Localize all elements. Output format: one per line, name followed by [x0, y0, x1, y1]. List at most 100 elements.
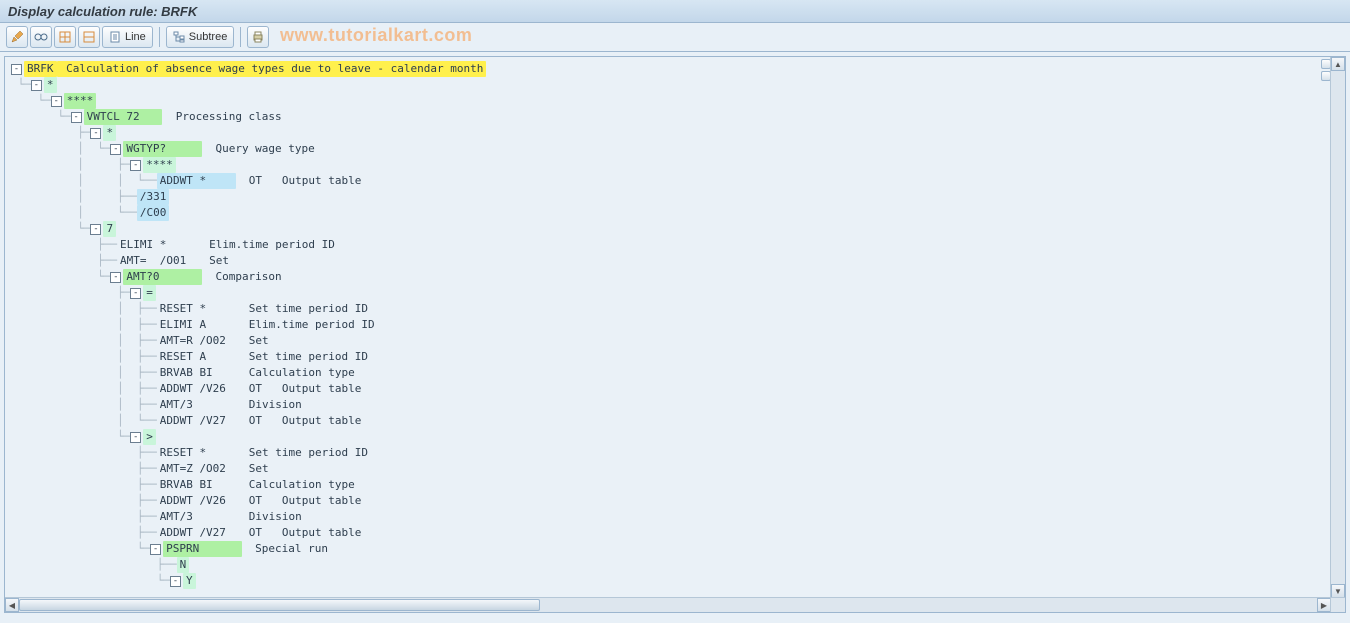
tree-row[interactable]: │ ├──AMT/3 Division [11, 397, 1331, 413]
collapse-toggle[interactable]: - [11, 64, 22, 75]
tree-node-code: AMT?0 [123, 269, 202, 285]
expand-icon[interactable] [54, 26, 76, 48]
toolbar-separator [240, 27, 241, 47]
tree-node-code: Y [183, 573, 196, 589]
tree-row[interactable]: └─-7 [11, 221, 1331, 237]
tree-node-code: = [143, 285, 156, 301]
tree-guide: ├─ [11, 509, 150, 525]
tree-node-desc: OT Output table [236, 525, 362, 541]
tree-row[interactable]: └─-PSPRN Special run [11, 541, 1331, 557]
tree-node-desc: OT Output table [236, 173, 362, 189]
tree-node-desc: Division [236, 509, 302, 525]
tree-row[interactable]: ├──ADDWT /V27 OT Output table [11, 525, 1331, 541]
tree-view[interactable]: -BRFK Calculation of absence wage types … [5, 57, 1331, 598]
tree-guide: │ ├─ [11, 189, 130, 205]
tree-row[interactable]: ├──N [11, 557, 1331, 573]
tree-guide: │ ├─ [11, 365, 150, 381]
tree-guide: │ ├─ [11, 157, 130, 173]
tree-row[interactable]: └─-AMT?0 Comparison [11, 269, 1331, 285]
scroll-right-icon[interactable]: ▶ [1317, 598, 1331, 612]
watermark: www.tutorialkart.com [280, 25, 472, 46]
collapse-icon[interactable] [78, 26, 100, 48]
change-icon[interactable] [6, 26, 28, 48]
tree-row[interactable]: └─-> [11, 429, 1331, 445]
tree-row[interactable]: │ └──ADDWT /V27 OT Output table [11, 413, 1331, 429]
tree-row[interactable]: ├──AMT/3 Division [11, 509, 1331, 525]
tree-guide: └─ [11, 77, 31, 93]
tree-row[interactable]: ├──AMT=Z /O02 Set [11, 461, 1331, 477]
tree-guide: ├─ [11, 493, 150, 509]
tree-node-desc: Calculation type [236, 365, 355, 381]
scroll-track[interactable] [1331, 71, 1345, 584]
collapse-toggle[interactable]: - [71, 112, 82, 123]
tree-guide: ├─ [11, 445, 150, 461]
collapse-toggle[interactable]: - [31, 80, 42, 91]
line-button[interactable]: Line [102, 26, 153, 48]
collapse-toggle[interactable]: - [150, 544, 161, 555]
tree-row[interactable]: ├──ELIMI * Elim.time period ID [11, 237, 1331, 253]
tree-node-code: N [177, 557, 190, 573]
collapse-toggle[interactable]: - [130, 160, 141, 171]
tree-guide: │ ├─ [11, 349, 150, 365]
collapse-toggle[interactable]: - [90, 128, 101, 139]
scroll-down-icon[interactable]: ▼ [1331, 584, 1345, 598]
tree-row[interactable]: ├──AMT= /O01 Set [11, 253, 1331, 269]
tree-guide: ├─ [11, 285, 130, 301]
tree-row[interactable]: └─-VWTCL 72 Processing class [11, 109, 1331, 125]
collapse-toggle[interactable]: - [130, 432, 141, 443]
tree-node-desc: Comparison [202, 269, 281, 285]
tree-row[interactable]: │ ├─-**** [11, 157, 1331, 173]
subtree-button-label: Subtree [189, 31, 228, 43]
subtree-button[interactable]: Subtree [166, 26, 235, 48]
print-icon[interactable] [247, 26, 269, 48]
tree-row[interactable]: ├─-* [11, 125, 1331, 141]
tree-node-desc: Elim.time period ID [196, 237, 335, 253]
tree-guide: ├─ [11, 461, 150, 477]
tree-row[interactable]: │ └─-WGTYP? Query wage type [11, 141, 1331, 157]
tree-row[interactable]: ├──ADDWT /V26 OT Output table [11, 493, 1331, 509]
tree-node-code: ADDWT * [157, 173, 236, 189]
tree-row[interactable]: │ ├──/331 [11, 189, 1331, 205]
tree-node-desc: Processing class [162, 109, 281, 125]
collapse-toggle[interactable]: - [110, 144, 121, 155]
toolbar-separator [159, 27, 160, 47]
tree-row[interactable]: └─-Y [11, 573, 1331, 589]
tree-row[interactable]: │ ├──RESET A Set time period ID [11, 349, 1331, 365]
tree-guide: └─ [11, 221, 90, 237]
scroll-left-icon[interactable]: ◀ [5, 598, 19, 612]
collapse-toggle[interactable]: - [110, 272, 121, 283]
tree-row[interactable]: │ │ └──ADDWT * OT Output table [11, 173, 1331, 189]
glasses-icon[interactable] [30, 26, 52, 48]
tree-row[interactable]: └─-* [11, 77, 1331, 93]
tree-guide: └─ [11, 93, 51, 109]
tree-row[interactable]: │ ├──RESET * Set time period ID [11, 301, 1331, 317]
scroll-track[interactable] [19, 598, 1317, 612]
tree-node-desc: Elim.time period ID [236, 317, 375, 333]
tree-row[interactable]: │ └──/C00 [11, 205, 1331, 221]
tree-row[interactable]: ├─-= [11, 285, 1331, 301]
content-panel: -BRFK Calculation of absence wage types … [4, 56, 1346, 613]
scroll-thumb[interactable] [19, 599, 540, 611]
collapse-toggle[interactable]: - [130, 288, 141, 299]
tree-node-code: VWTCL 72 [84, 109, 163, 125]
tree-row[interactable]: └─-**** [11, 93, 1331, 109]
tree-row[interactable]: │ ├──AMT=R /O02 Set [11, 333, 1331, 349]
tree-row[interactable]: ├──BRVAB BI Calculation type [11, 477, 1331, 493]
vertical-scrollbar[interactable]: ▲ ▼ [1330, 57, 1345, 598]
collapse-toggle[interactable]: - [90, 224, 101, 235]
tree-guide: ├─ [11, 253, 110, 269]
title-bar: Display calculation rule: BRFK [0, 0, 1350, 23]
horizontal-scrollbar[interactable]: ◀ ▶ [5, 597, 1331, 612]
tree-icon [173, 31, 185, 43]
scroll-up-icon[interactable]: ▲ [1331, 57, 1345, 71]
collapse-toggle[interactable]: - [170, 576, 181, 587]
tree-node-code: **** [64, 93, 97, 109]
tree-node-desc: Set time period ID [236, 349, 368, 365]
tree-guide: │ ├─ [11, 397, 150, 413]
tree-row[interactable]: ├──RESET * Set time period ID [11, 445, 1331, 461]
collapse-toggle[interactable]: - [51, 96, 62, 107]
tree-row[interactable]: -BRFK Calculation of absence wage types … [11, 61, 1331, 77]
tree-row[interactable]: │ ├──ELIMI A Elim.time period ID [11, 317, 1331, 333]
tree-row[interactable]: │ ├──BRVAB BI Calculation type [11, 365, 1331, 381]
tree-row[interactable]: │ ├──ADDWT /V26 OT Output table [11, 381, 1331, 397]
